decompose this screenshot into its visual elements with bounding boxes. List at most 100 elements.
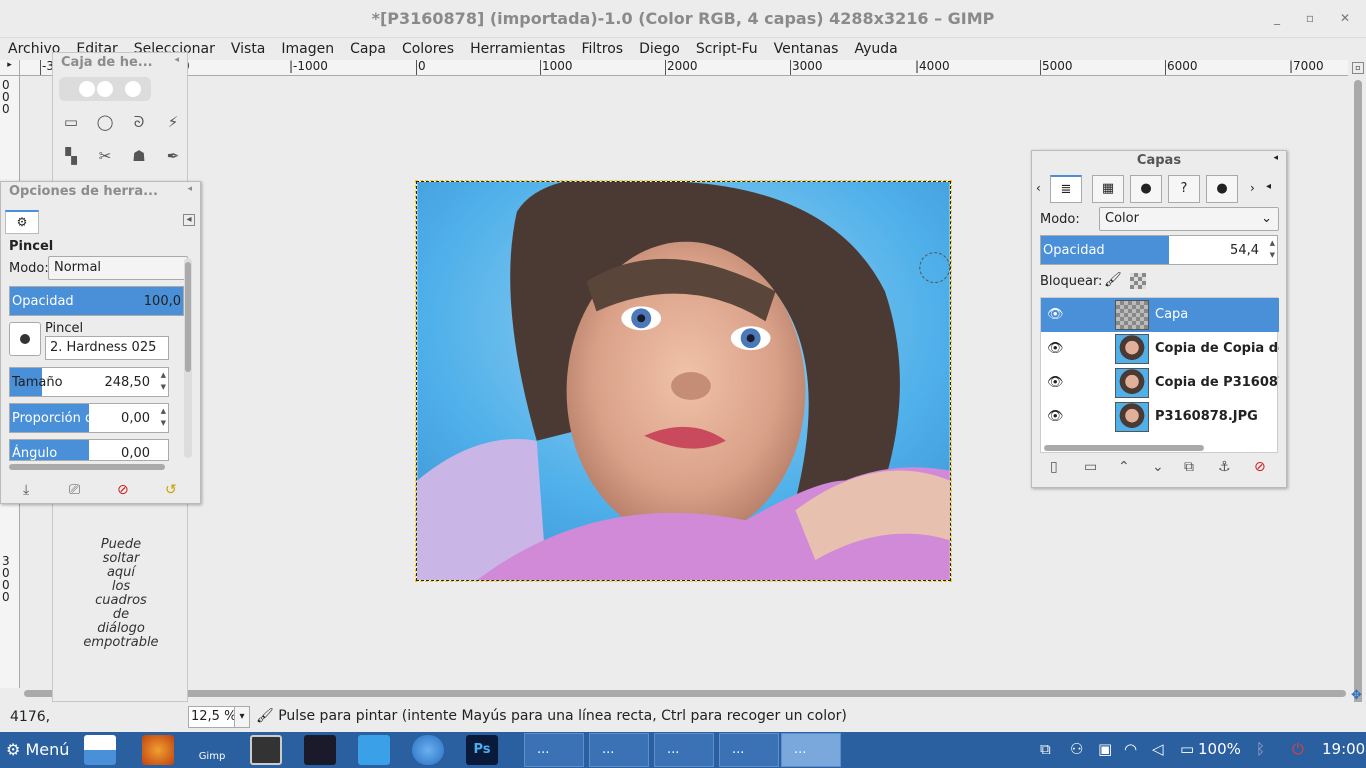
scrollbar-thumb[interactable]: [24, 690, 1346, 697]
patterns-tab-icon[interactable]: ●: [1206, 175, 1238, 203]
menu-script-fu[interactable]: Script-Fu: [688, 38, 766, 60]
bluetooth-icon[interactable]: ᛒ: [1256, 740, 1265, 758]
wilber-logo-icon[interactable]: [59, 75, 155, 103]
layer-opacity-slider[interactable]: Opacidad 54,4 ▲ ▼: [1040, 235, 1278, 265]
save-options-icon[interactable]: ⤓: [23, 482, 29, 498]
tool-options-hscrollbar[interactable]: [9, 464, 165, 470]
menu-imagen[interactable]: Imagen: [273, 38, 342, 60]
zoom-dropdown-icon[interactable]: ▾: [234, 706, 250, 728]
menu-diego[interactable]: Diego: [631, 38, 688, 60]
lower-layer-icon[interactable]: ⌄: [1152, 459, 1164, 475]
brush-name-field[interactable]: 2. Hardness 025: [45, 336, 169, 360]
photo-image[interactable]: [417, 182, 950, 580]
display-icon[interactable]: ⧉: [1040, 740, 1051, 758]
power-icon[interactable]: ⏻: [1292, 740, 1304, 758]
free-select-tool-icon[interactable]: ᘐ: [127, 111, 151, 133]
layer-mode-dropdown[interactable]: Color ⌄: [1099, 207, 1279, 231]
help-tab-icon[interactable]: ?: [1168, 175, 1200, 203]
eye-icon[interactable]: 👁: [1047, 341, 1064, 356]
task-firefox[interactable]: ...: [524, 733, 584, 767]
zoom-fit-toggle[interactable]: ▫: [1352, 62, 1364, 74]
menu-colores[interactable]: Colores: [394, 38, 462, 60]
foreground-select-tool-icon[interactable]: ☗: [127, 145, 151, 167]
tool-options-scrollbar[interactable]: [184, 258, 192, 458]
image-layer-boundary[interactable]: [415, 180, 952, 582]
terminal-launcher-icon[interactable]: [304, 735, 336, 765]
aspect-spinner[interactable]: ▲ ▼: [161, 405, 166, 429]
update-icon[interactable]: ▣: [1098, 740, 1112, 758]
mode-dropdown[interactable]: Normal: [48, 256, 188, 280]
firefox-launcher-icon[interactable]: [142, 735, 174, 765]
angle-slider[interactable]: Ángulo 0,00: [9, 439, 169, 461]
menu-herramientas[interactable]: Herramientas: [462, 38, 573, 60]
layer-opacity-spinner[interactable]: ▲ ▼: [1270, 237, 1275, 261]
task-files[interactable]: ...: [654, 733, 714, 767]
lock-alpha-icon[interactable]: [1130, 273, 1146, 289]
horizontal-scrollbar[interactable]: [20, 688, 1350, 700]
size-slider[interactable]: Tamaño 248,50 ▲ ▼: [9, 367, 169, 397]
photoshop-launcher-icon[interactable]: Ps: [466, 735, 498, 765]
layers-tab-icon[interactable]: ≣: [1050, 175, 1082, 203]
layer-row[interactable]: 👁 Copia de P3160878: [1041, 366, 1279, 400]
delete-options-icon[interactable]: ⊘: [117, 482, 129, 498]
scissors-select-tool-icon[interactable]: ✂: [93, 145, 117, 167]
tab-menu-icon[interactable]: ◂: [1266, 181, 1271, 192]
duplicate-layer-icon[interactable]: ⧉: [1184, 459, 1194, 475]
fuzzy-select-tool-icon[interactable]: ⚡: [161, 111, 185, 133]
new-layer-group-icon[interactable]: ▭: [1084, 459, 1097, 475]
dock-menu-icon[interactable]: ◂: [174, 55, 179, 65]
volume-icon[interactable]: ◁: [1152, 740, 1164, 758]
scrollbar-thumb[interactable]: [1354, 80, 1362, 740]
select-by-color-tool-icon[interactable]: ▚: [59, 145, 83, 167]
wifi-icon[interactable]: ◠: [1124, 740, 1137, 758]
close-button[interactable]: ✕: [1338, 11, 1352, 25]
vertical-scrollbar[interactable]: ▫: [1350, 60, 1366, 740]
restore-options-icon[interactable]: ⎚: [69, 482, 80, 498]
menu-capa[interactable]: Capa: [342, 38, 394, 60]
navigate-icon[interactable]: ✥: [1351, 688, 1362, 703]
files-launcher-icon[interactable]: [358, 735, 390, 765]
desktop-launcher-icon[interactable]: [84, 735, 116, 765]
delete-layer-icon[interactable]: ⊘: [1254, 459, 1266, 475]
eye-icon[interactable]: 👁: [1047, 307, 1064, 322]
layer-list-hscrollbar[interactable]: [1044, 445, 1204, 451]
start-menu-button[interactable]: ⚙ Menú: [6, 740, 69, 759]
ellipse-select-tool-icon[interactable]: ◯: [93, 111, 117, 133]
battery-icon[interactable]: ▭: [1180, 740, 1194, 758]
paths-tool-icon[interactable]: ✒: [161, 145, 185, 167]
menu-vista[interactable]: Vista: [223, 38, 274, 60]
rect-select-tool-icon[interactable]: ▭: [59, 111, 83, 133]
brush-preview[interactable]: [9, 322, 41, 356]
aspect-ratio-slider[interactable]: Proporción de... 0,00 ▲ ▼: [9, 403, 169, 433]
new-layer-icon[interactable]: ▯: [1050, 459, 1058, 475]
system-monitor-launcher-icon[interactable]: [250, 735, 282, 765]
horizontal-ruler[interactable]: -3 0 |-1000 0 1000 2000 3000 |4000 5000 …: [20, 60, 1348, 76]
brushes-tab-icon[interactable]: ●: [1130, 175, 1162, 203]
opacity-slider[interactable]: Opacidad 100,0: [9, 286, 184, 316]
layer-row[interactable]: 👁 Copia de Copia de: [1041, 332, 1279, 366]
task-gimp[interactable]: ...: [781, 733, 841, 767]
tool-options-tab[interactable]: ⚙: [5, 210, 39, 234]
maximize-button[interactable]: ▫: [1303, 11, 1317, 25]
dock-menu-icon[interactable]: ◂: [187, 184, 192, 194]
minimize-button[interactable]: _: [1270, 11, 1284, 25]
gimp-launcher-icon[interactable]: Gimp: [196, 735, 228, 765]
tabs-scroll-right-icon[interactable]: ›: [1250, 181, 1255, 195]
lock-pixels-icon[interactable]: 🖌: [1104, 272, 1122, 288]
anchor-layer-icon[interactable]: ⚓: [1218, 459, 1231, 475]
task-image-viewer[interactable]: ...: [719, 733, 779, 767]
size-spinner[interactable]: ▲ ▼: [161, 369, 166, 393]
eye-icon[interactable]: 👁: [1047, 375, 1064, 390]
eye-icon[interactable]: 👁: [1047, 409, 1064, 424]
menu-ayuda[interactable]: Ayuda: [846, 38, 905, 60]
menu-ventanas[interactable]: Ventanas: [766, 38, 847, 60]
layer-row[interactable]: 👁 P3160878.JPG: [1041, 400, 1279, 434]
teamviewer-launcher-icon[interactable]: [412, 735, 444, 765]
tabs-scroll-left-icon[interactable]: ‹: [1036, 181, 1041, 195]
layer-row[interactable]: 👁 Capa: [1041, 298, 1279, 332]
tab-menu-icon[interactable]: ◂: [183, 214, 195, 226]
user-icon[interactable]: ⚇: [1070, 740, 1083, 758]
scrollbar-thumb[interactable]: [185, 262, 191, 372]
reset-options-icon[interactable]: ↺: [165, 482, 177, 498]
task-editor[interactable]: ...: [589, 733, 649, 767]
